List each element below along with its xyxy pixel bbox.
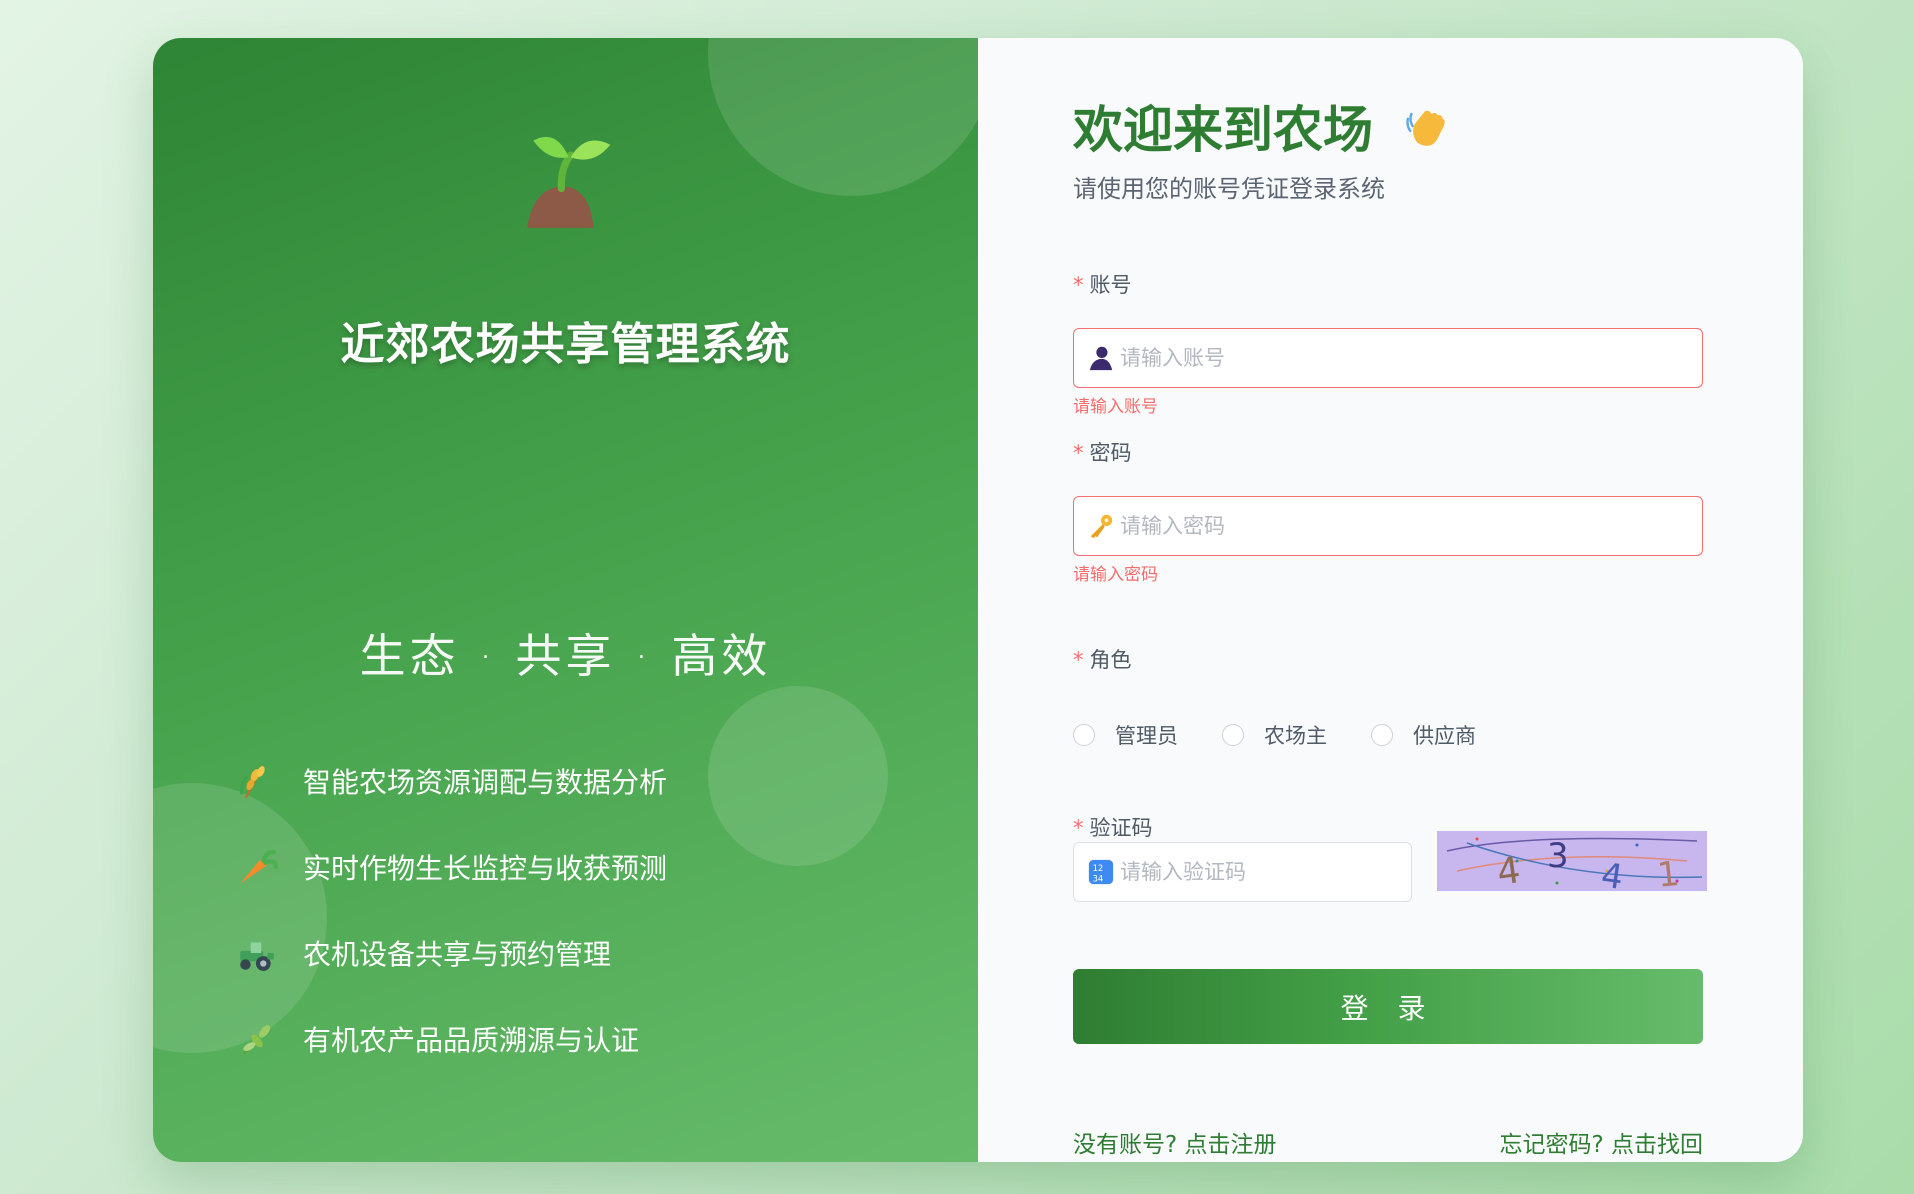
- account-label: * 账号: [1073, 273, 1132, 297]
- svg-text:34: 34: [1093, 873, 1104, 883]
- captcha-char: 1: [1655, 854, 1681, 891]
- role-option-admin[interactable]: 管理员: [1073, 720, 1178, 750]
- feature-text: 农机设备共享与预约管理: [303, 938, 612, 971]
- radio-label: 管理员: [1115, 724, 1178, 748]
- welcome-heading: 欢迎来到农场: [1073, 90, 1451, 162]
- feature-text: 有机农产品品质溯源与认证: [303, 1024, 640, 1057]
- feature-item: 有机农产品品质溯源与认证: [233, 996, 667, 1082]
- captcha-image[interactable]: 4 3 4 1: [1437, 831, 1707, 891]
- feature-item: 实时作物生长监控与收获预测: [233, 824, 667, 910]
- captcha-char: 4: [1599, 855, 1626, 891]
- captcha-label: * 验证码: [1073, 816, 1153, 840]
- key-icon: [1086, 511, 1116, 541]
- feature-list: 智能农场资源调配与数据分析 实时作物生长监控与收获预测 农机设备共享与预约管理 …: [233, 738, 667, 1082]
- tagline: 生态 · 共享 · 高效: [359, 629, 772, 683]
- svg-text:12: 12: [1093, 863, 1104, 873]
- tractor-icon: [233, 929, 281, 977]
- brand-panel: 近郊农场共享管理系统 生态 · 共享 · 高效 智能农场资源调配与数据分析 实时…: [153, 38, 978, 1162]
- account-input-box[interactable]: [1073, 328, 1703, 388]
- radio-label: 农场主: [1264, 724, 1327, 748]
- login-form-panel: 欢迎来到农场 请使用您的账号凭证登录系统 *账号 请输入账号 *密码: [978, 38, 1803, 1162]
- herb-icon: [233, 1015, 281, 1063]
- login-card: 近郊农场共享管理系统 生态 · 共享 · 高效 智能农场资源调配与数据分析 实时…: [153, 38, 1803, 1162]
- login-subtitle: 请使用您的账号凭证登录系统: [1073, 175, 1385, 203]
- wheat-icon: [233, 757, 281, 805]
- numbers-icon: 12 34: [1086, 857, 1116, 887]
- captcha-input[interactable]: [1120, 843, 1411, 901]
- radio-circle[interactable]: [1222, 724, 1244, 746]
- required-mark: *: [1073, 441, 1084, 465]
- role-option-farmer[interactable]: 农场主: [1222, 720, 1327, 750]
- required-mark: *: [1073, 273, 1084, 297]
- feature-text: 实时作物生长监控与收获预测: [303, 852, 668, 885]
- waving-hand-icon: [1406, 110, 1445, 146]
- register-link[interactable]: 没有账号? 点击注册: [1073, 1125, 1277, 1159]
- role-radio-group: 管理员 农场主 供应商: [1073, 720, 1520, 750]
- feature-text: 智能农场资源调配与数据分析: [303, 766, 668, 799]
- password-error: 请输入密码: [1073, 565, 1158, 585]
- password-label: * 密码: [1073, 441, 1132, 465]
- account-input[interactable]: [1120, 329, 1702, 387]
- decor-circle: [708, 38, 978, 196]
- feature-item: 农机设备共享与预约管理: [233, 910, 667, 996]
- role-label: * 角色: [1073, 648, 1132, 672]
- radio-circle[interactable]: [1371, 724, 1393, 746]
- user-icon: [1086, 343, 1116, 373]
- welcome-text: 欢迎来到农场: [1073, 101, 1373, 159]
- forgot-password-link[interactable]: 忘记密码? 点击找回: [1499, 1125, 1703, 1159]
- decor-circle: [708, 686, 888, 866]
- role-option-supplier[interactable]: 供应商: [1371, 720, 1476, 750]
- account-error: 请输入账号: [1073, 397, 1158, 417]
- captcha-char: 3: [1547, 836, 1569, 876]
- seedling-icon: [527, 136, 611, 228]
- password-input-box[interactable]: [1073, 496, 1703, 556]
- password-input[interactable]: [1120, 497, 1702, 555]
- required-mark: *: [1073, 648, 1084, 672]
- radio-label: 供应商: [1413, 724, 1476, 748]
- radio-circle[interactable]: [1073, 724, 1095, 746]
- system-title: 近郊农场共享管理系统: [340, 319, 791, 370]
- required-mark: *: [1073, 816, 1084, 840]
- captcha-input-box[interactable]: 12 34: [1073, 842, 1412, 902]
- login-button[interactable]: 登 录: [1073, 969, 1703, 1044]
- carrot-icon: [233, 843, 281, 891]
- feature-item: 智能农场资源调配与数据分析: [233, 738, 667, 824]
